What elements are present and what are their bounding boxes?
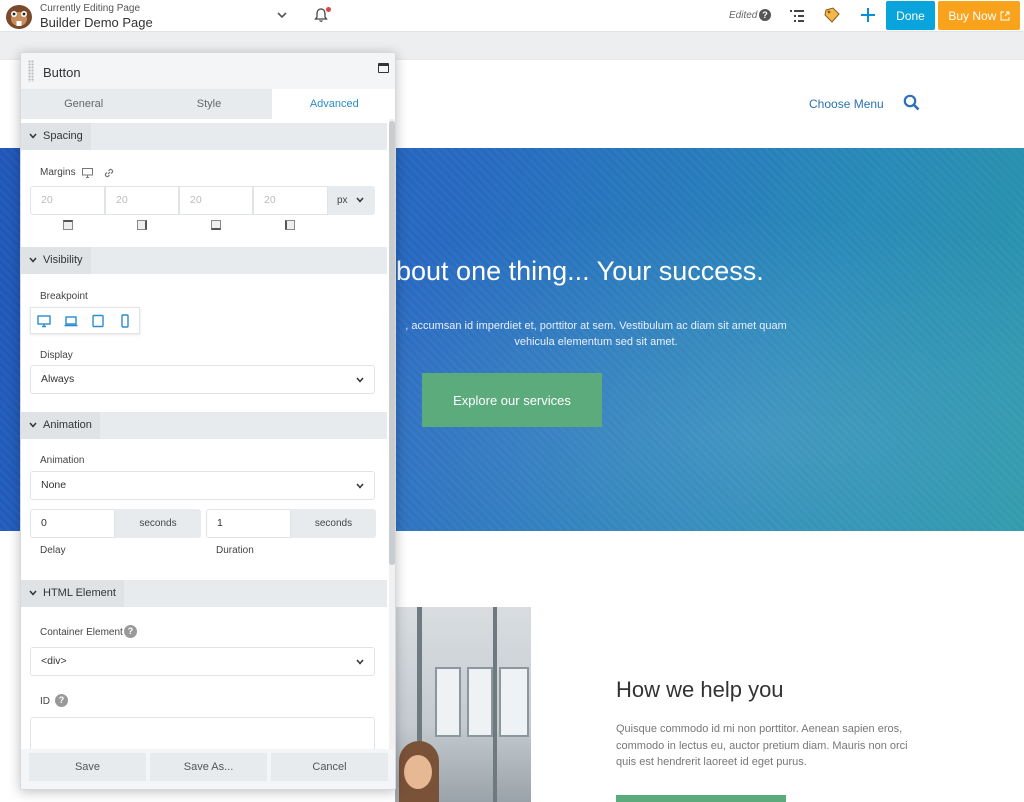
link-icon[interactable] — [103, 167, 115, 179]
hero-text: , accumsan id imperdiet et, porttitor at… — [405, 320, 787, 348]
save-button[interactable]: Save — [29, 753, 146, 781]
scrollbar-thumb[interactable] — [389, 121, 395, 565]
chevron-down-icon — [29, 133, 37, 139]
editing-label: Currently Editing Page — [40, 3, 141, 14]
display-value: Always — [41, 373, 75, 385]
chevron-down-icon — [356, 377, 364, 383]
display-select[interactable]: Always — [30, 365, 375, 394]
chevron-down-icon — [356, 197, 364, 203]
margin-left-input[interactable]: 20 — [253, 186, 328, 215]
breakpoint-label: Breakpoint — [40, 291, 88, 302]
tablet-breakpoint-icon[interactable] — [91, 314, 105, 328]
explore-services-button[interactable]: Explore our services — [422, 373, 602, 427]
external-link-icon — [1000, 11, 1010, 20]
edited-status: Edited — [729, 10, 758, 21]
id-input[interactable] — [30, 717, 375, 749]
notification-dot — [326, 7, 331, 12]
panel-body: Spacing Margins 20 20 20 20 px Visibilit… — [21, 119, 387, 749]
animation-section-header[interactable]: Animation — [21, 412, 387, 439]
container-element-select[interactable]: <div> — [30, 647, 375, 676]
container-element-value: <div> — [41, 655, 67, 667]
drag-handle-icon[interactable] — [28, 60, 34, 82]
delay-label: Delay — [40, 545, 66, 556]
breakpoint-selector — [30, 307, 140, 334]
done-button[interactable]: Done — [886, 1, 935, 30]
minimize-icon[interactable] — [378, 63, 389, 73]
laptop-breakpoint-icon[interactable] — [64, 314, 78, 328]
search-icon[interactable] — [903, 94, 920, 111]
chevron-down-icon — [29, 257, 37, 263]
margin-unit-select[interactable]: px — [328, 186, 375, 215]
delay-unit: seconds — [115, 509, 201, 538]
html-element-heading[interactable]: HTML Element — [21, 580, 124, 607]
right-side-icon — [137, 220, 147, 230]
help-section-button[interactable] — [616, 795, 786, 802]
chevron-down-icon — [356, 659, 364, 665]
visibility-section-header[interactable]: Visibility — [21, 247, 387, 274]
margin-right-input[interactable]: 20 — [105, 186, 179, 215]
help-title: How we help you — [616, 677, 784, 702]
cancel-button[interactable]: Cancel — [271, 753, 388, 781]
buy-now-button[interactable]: Buy Now — [938, 1, 1020, 30]
spacing-heading[interactable]: Spacing — [21, 123, 91, 150]
margin-bottom-input[interactable]: 20 — [179, 186, 253, 215]
tab-style[interactable]: Style — [146, 89, 271, 119]
mobile-breakpoint-icon[interactable] — [118, 314, 132, 328]
bottom-side-icon — [211, 220, 221, 230]
help-icon[interactable]: ? — [759, 9, 771, 21]
margin-top-input[interactable]: 20 — [30, 186, 105, 215]
chevron-down-icon — [29, 590, 37, 596]
spacing-section-header[interactable]: Spacing — [21, 123, 387, 150]
duration-unit: seconds — [291, 509, 376, 538]
duration-label: Duration — [216, 545, 254, 556]
office-photo — [395, 607, 531, 802]
outline-icon[interactable] — [789, 9, 805, 23]
save-as-button[interactable]: Save As... — [150, 753, 267, 781]
animation-select[interactable]: None — [30, 471, 375, 500]
animation-heading-label: Animation — [43, 419, 92, 431]
spacing-heading-label: Spacing — [43, 130, 83, 142]
html-element-section-header[interactable]: HTML Element — [21, 580, 387, 607]
duration-input[interactable]: 1 — [206, 509, 291, 538]
display-label: Display — [40, 350, 73, 361]
left-side-icon — [285, 220, 295, 230]
help-text: Quisque commodo id mi non porttitor. Aen… — [616, 723, 908, 768]
margins-label: Margins — [40, 167, 76, 178]
desktop-icon[interactable] — [82, 168, 93, 178]
builder-toolbar: Currently Editing Page Builder Demo Page… — [0, 0, 1024, 32]
plus-icon[interactable] — [859, 6, 877, 24]
button-settings-panel: Button General Style Advanced Spacing Ma… — [20, 52, 396, 790]
panel-scrollbar[interactable] — [389, 119, 395, 749]
id-label: ID — [40, 696, 50, 707]
chevron-down-icon — [29, 422, 37, 428]
panel-tabs: General Style Advanced — [21, 89, 395, 119]
visibility-heading-label: Visibility — [43, 254, 83, 266]
buy-now-label: Buy Now — [948, 8, 997, 23]
chevron-down-icon — [356, 483, 364, 489]
animation-heading[interactable]: Animation — [21, 412, 100, 439]
history-icon[interactable] — [823, 6, 841, 24]
choose-menu-link[interactable]: Choose Menu — [809, 97, 884, 111]
beaver-logo-icon[interactable] — [4, 2, 34, 30]
container-element-label: Container Element — [40, 627, 123, 638]
panel-footer: Save Save As... Cancel — [21, 749, 395, 789]
html-element-heading-label: HTML Element — [43, 587, 116, 599]
chevron-down-icon[interactable] — [275, 8, 289, 22]
panel-title: Button — [43, 65, 81, 80]
page-name[interactable]: Builder Demo Page — [40, 15, 153, 30]
visibility-heading[interactable]: Visibility — [21, 247, 91, 274]
panel-header[interactable]: Button — [21, 53, 395, 89]
help-icon[interactable]: ? — [124, 625, 137, 638]
delay-input[interactable]: 0 — [30, 509, 115, 538]
margin-unit-label: px — [337, 195, 348, 206]
hero-title: bout one thing... Your success. — [396, 256, 764, 286]
animation-label: Animation — [40, 455, 85, 466]
tab-general[interactable]: General — [21, 89, 146, 119]
animation-value: None — [41, 479, 67, 491]
top-side-icon — [63, 220, 73, 230]
desktop-breakpoint-icon[interactable] — [37, 314, 51, 328]
help-icon[interactable]: ? — [55, 694, 68, 707]
tab-advanced[interactable]: Advanced — [271, 89, 395, 119]
